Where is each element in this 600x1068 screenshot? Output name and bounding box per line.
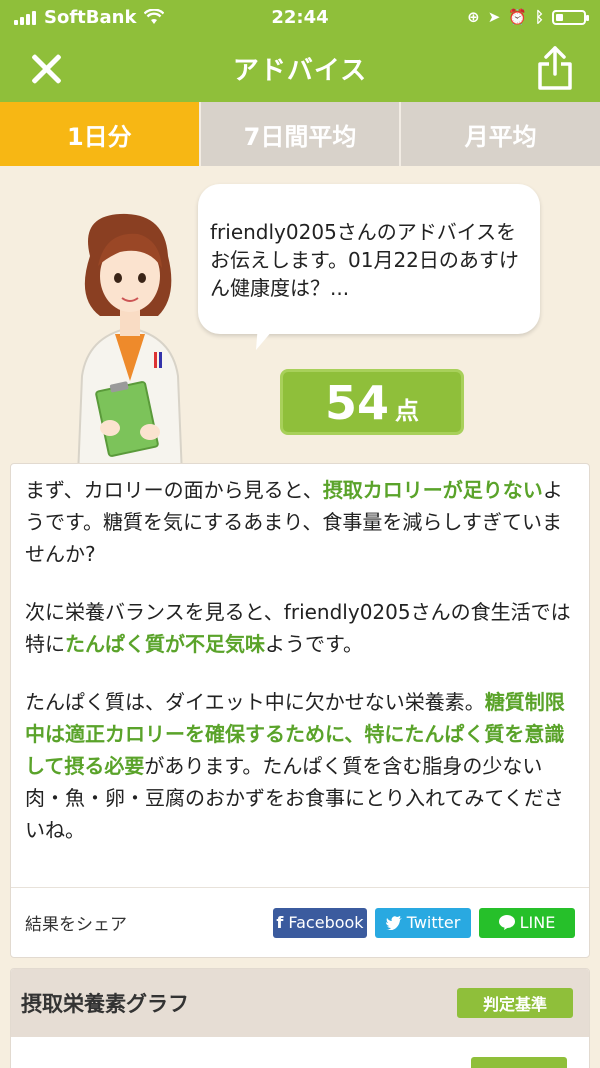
- health-score-unit: 点: [395, 397, 419, 425]
- period-tabs: 1日分 7日間平均 月平均: [0, 102, 600, 166]
- line-chat-icon: [498, 915, 515, 930]
- lock-rotation-icon: ⊕: [467, 8, 480, 26]
- page-title: アドバイス: [232, 55, 368, 86]
- line-share-button[interactable]: LINE: [479, 907, 575, 938]
- advice-highlight: たんぱく質が不足気味: [65, 632, 265, 656]
- advice-text-span: まず、カロリーの面から見ると、: [25, 478, 323, 502]
- tab-7-day-average[interactable]: 7日間平均: [198, 102, 400, 166]
- advice-card: まず、カロリーの面から見ると、摂取カロリーが足りないようです。糖質を気にするあま…: [10, 463, 590, 958]
- share-icon[interactable]: [534, 44, 576, 92]
- advice-paragraph-protein: たんぱく質は、ダイエット中に欠かせない栄養素。糖質制限中は適正カロリーを確保する…: [25, 686, 575, 846]
- health-score-value: 54: [324, 376, 389, 430]
- twitter-bird-icon: [385, 915, 402, 930]
- share-row: 結果をシェア f Facebook Twitter LINE: [11, 887, 589, 957]
- carrier-label: SoftBank: [44, 6, 137, 28]
- status-left: SoftBank: [14, 6, 165, 28]
- line-label: LINE: [519, 913, 556, 932]
- twitter-share-button[interactable]: Twitter: [375, 907, 471, 938]
- nutrition-graph-card: 摂取栄養素グラフ 判定基準: [10, 968, 590, 1068]
- battery-icon: [552, 9, 589, 25]
- nutrition-graph-title: 摂取栄養素グラフ: [21, 992, 189, 1016]
- facebook-label: Facebook: [288, 913, 364, 932]
- speech-bubble-tail: [256, 324, 278, 350]
- share-label: 結果をシェア: [25, 915, 127, 935]
- status-right: ⊕ ➤ ⏰ ᛒ: [467, 8, 589, 26]
- facebook-icon: f: [276, 913, 284, 932]
- advisor-nurse-illustration: [77, 213, 183, 466]
- advice-paragraph-calories: まず、カロリーの面から見ると、摂取カロリーが足りないようです。糖質を気にするあま…: [25, 474, 575, 570]
- nav-bar: アドバイス: [0, 34, 600, 102]
- facebook-share-button[interactable]: f Facebook: [273, 907, 367, 938]
- advice-highlight: 摂取カロリーが足りない: [322, 478, 543, 502]
- advice-paragraph-balance: 次に栄養バランスを見ると、friendly0205さんの食生活では特にたんぱく質…: [25, 596, 575, 660]
- tab-1-day[interactable]: 1日分: [0, 102, 199, 166]
- twitter-label: Twitter: [406, 913, 461, 932]
- advice-text-span: たんぱく質は、ダイエット中に欠かせない栄養素。: [25, 690, 485, 714]
- advice-text: まず、カロリーの面から見ると、摂取カロリーが足りないようです。糖質を気にするあま…: [11, 464, 589, 846]
- wifi-icon: [144, 9, 165, 24]
- alarm-icon: ⏰: [508, 8, 527, 26]
- nutrition-secondary-button[interactable]: [471, 1057, 567, 1068]
- battery-level: [556, 13, 563, 21]
- signal-icon: [14, 9, 36, 25]
- criteria-button[interactable]: 判定基準: [457, 988, 573, 1018]
- tab-monthly-average[interactable]: 月平均: [399, 102, 600, 166]
- advice-text-span: ようです。: [265, 632, 363, 656]
- status-bar: SoftBank 22:44 ⊕ ➤ ⏰ ᛒ: [0, 0, 600, 34]
- bluetooth-icon: ᛒ: [534, 8, 544, 26]
- nutrition-graph-header: 摂取栄養素グラフ 判定基準: [11, 969, 589, 1037]
- location-icon: ➤: [487, 8, 501, 26]
- close-icon[interactable]: [28, 50, 64, 86]
- advisor-section: friendly0205さんのアドバイスをお伝えします。01月22日のあすけん健…: [0, 166, 600, 466]
- advice-speech-bubble: friendly0205さんのアドバイスをお伝えします。01月22日のあすけん健…: [198, 184, 540, 334]
- health-score-badge: 54 点: [280, 369, 464, 435]
